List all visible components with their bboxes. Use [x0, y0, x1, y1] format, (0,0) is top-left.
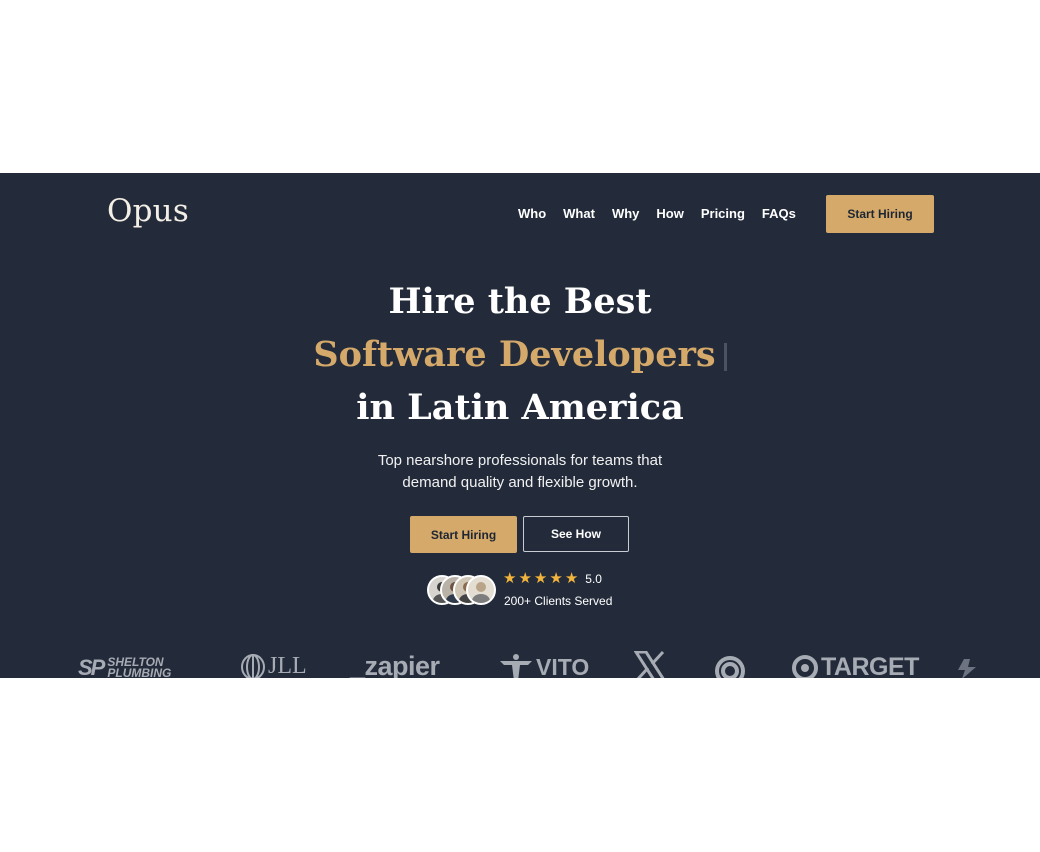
star-rating: ★ ★ ★ ★ ★ 5.0	[503, 571, 602, 587]
client-avatars	[427, 575, 497, 605]
x-logo	[633, 650, 666, 678]
see-how-button[interactable]: See How	[523, 516, 629, 552]
client-logo-strip: SP SHELTON PLUMBING JLL _zapier VITO TAR…	[0, 650, 1040, 678]
x-icon	[633, 650, 665, 678]
hero-section: Opus Who What Why How Pricing FAQs Start…	[0, 173, 1040, 678]
partial-logo-icon	[958, 659, 976, 678]
jll-mark-icon	[241, 653, 265, 678]
nav-item-how[interactable]: How	[656, 206, 683, 221]
main-nav: Who What Why How Pricing FAQs	[518, 206, 796, 221]
vito-logo-text: VITO	[536, 653, 590, 679]
nav-item-what[interactable]: What	[563, 206, 595, 221]
hero-start-hiring-button[interactable]: Start Hiring	[410, 516, 517, 553]
target-logo-text: TARGET	[821, 653, 919, 678]
emblem-icon	[715, 656, 745, 678]
nav-item-why[interactable]: Why	[612, 206, 639, 221]
nav-item-faqs[interactable]: FAQs	[762, 206, 796, 221]
star-icon: ★	[533, 570, 548, 587]
headline-line-1: Hire the Best	[388, 281, 652, 322]
headline-highlight: Software Developers	[313, 334, 716, 375]
vito-mark-icon	[500, 654, 532, 678]
star-icon: ★	[564, 570, 579, 587]
partial-logo	[956, 657, 978, 678]
rating-value: 5.0	[585, 572, 602, 586]
clients-served: 200+ Clients Served	[504, 594, 613, 608]
star-icon: ★	[518, 570, 532, 587]
subtitle-line-2: demand quality and flexible growth.	[402, 474, 638, 491]
target-icon	[792, 654, 818, 678]
nav-start-hiring-button[interactable]: Start Hiring	[826, 195, 934, 233]
nav-item-pricing[interactable]: Pricing	[701, 206, 745, 221]
emblem-logo	[714, 655, 746, 678]
star-icon: ★	[549, 570, 563, 587]
shelton-logo-text: SHELTON PLUMBING	[107, 655, 172, 678]
subtitle-line-1: Top nearshore professionals for teams th…	[377, 452, 663, 469]
star-icon: ★	[503, 570, 517, 587]
typing-cursor	[723, 342, 727, 371]
zapier-logo: _zapier	[350, 651, 440, 678]
avatar	[466, 575, 496, 605]
headline-line-2: Software Developers	[0, 328, 1040, 381]
jll-logo-text: JLL	[268, 653, 307, 678]
headline-line-3: in Latin America	[356, 387, 684, 428]
jll-logo: JLL	[240, 653, 307, 678]
target-logo: TARGET	[792, 653, 919, 678]
nav-item-who[interactable]: Who	[518, 206, 546, 221]
hero-headline: Hire the Best Software Developers in Lat…	[0, 275, 1040, 434]
hero-subtitle: Top nearshore professionals for teams th…	[0, 450, 1040, 494]
vito-logo: VITO	[498, 653, 589, 678]
shelton-plumbing-logo: SP SHELTON PLUMBING	[78, 655, 193, 678]
brand-logo[interactable]: Opus	[107, 193, 189, 229]
shelton-mark: SP	[78, 655, 105, 678]
